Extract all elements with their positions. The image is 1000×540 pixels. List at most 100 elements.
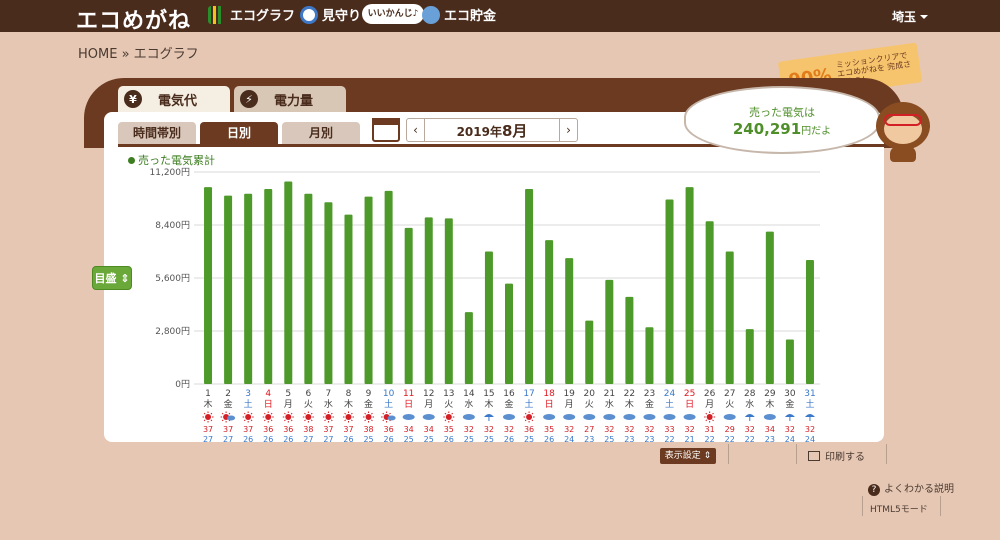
- nav-eco-savings[interactable]: エコ貯金: [422, 5, 496, 24]
- high-temp-label: 36: [384, 425, 394, 434]
- x-tick-day: 31: [804, 389, 815, 399]
- graph-icon: [208, 5, 226, 24]
- bar-day-11: [404, 227, 413, 384]
- next-month-button[interactable]: ›: [559, 119, 577, 141]
- bar-day-27: [725, 251, 734, 384]
- x-tick-day: 23: [644, 389, 655, 399]
- printer-icon: [808, 451, 820, 461]
- display-settings-button[interactable]: 表示設定 ⇕: [660, 448, 716, 464]
- subtab-daily[interactable]: 日別: [200, 122, 278, 144]
- subtab-monthly[interactable]: 月別: [282, 122, 360, 144]
- bar-day-1: [204, 187, 213, 384]
- x-tick-weekday: 日: [264, 399, 273, 410]
- low-temp-label: 27: [303, 435, 313, 442]
- low-temp-label: 25: [424, 435, 434, 442]
- high-temp-label: 32: [644, 425, 654, 434]
- high-temp-label: 36: [283, 425, 293, 434]
- breadcrumb: HOME » エコグラフ: [78, 47, 199, 62]
- calendar-icon[interactable]: [372, 118, 400, 142]
- bar-day-30: [785, 339, 794, 384]
- sun-ray: [284, 412, 286, 415]
- low-temp-label: 23: [624, 435, 634, 442]
- x-tick-weekday: 土: [665, 398, 674, 410]
- subtab-hourly[interactable]: 時間帯別: [118, 122, 196, 144]
- x-tick-day: 15: [483, 389, 494, 399]
- sun-ray: [712, 412, 714, 415]
- x-tick-day: 11: [403, 389, 414, 399]
- sun-ray: [382, 412, 385, 415]
- x-tick-weekday: 月: [705, 399, 714, 410]
- x-tick-weekday: 土: [384, 398, 393, 410]
- bar-day-9: [364, 196, 373, 384]
- nav-eco-graph[interactable]: エコグラフ: [208, 5, 295, 24]
- sun-ray: [221, 419, 224, 422]
- sun-ray: [524, 419, 527, 422]
- low-temp-label: 26: [544, 435, 554, 442]
- x-tick-day: 26: [704, 389, 716, 399]
- sun-ray: [531, 412, 534, 415]
- status-speech-bubble: いいかんじ♪: [362, 4, 424, 24]
- umbrella-icon: [784, 414, 795, 417]
- sun-ray: [290, 419, 293, 422]
- sun-icon: [325, 414, 332, 420]
- low-temp-label: 26: [263, 435, 273, 442]
- sun-ray: [364, 419, 367, 422]
- cloud-icon: [683, 414, 696, 420]
- sun-ray: [250, 412, 253, 415]
- low-temp-label: 23: [765, 435, 775, 442]
- current-month: 2019年8月: [456, 121, 528, 140]
- high-temp-label: 37: [203, 425, 213, 434]
- sun-ray: [210, 419, 213, 422]
- print-button[interactable]: 印刷する: [808, 448, 865, 463]
- high-temp-label: 38: [303, 425, 313, 434]
- umbrella-icon: [804, 414, 815, 417]
- x-tick-day: 4: [265, 389, 271, 399]
- low-temp-label: 25: [363, 435, 373, 442]
- help-link[interactable]: ? よくわかる説明: [868, 480, 954, 496]
- prev-month-button[interactable]: ‹: [407, 119, 425, 141]
- sun-ray: [451, 419, 454, 422]
- low-temp-label: 26: [243, 435, 253, 442]
- sun-ray: [263, 412, 266, 415]
- bar-day-19: [565, 258, 574, 384]
- tab-electric-amount[interactable]: ⚡ 電力量: [234, 86, 346, 112]
- high-temp-label: 37: [223, 425, 233, 434]
- x-tick-weekday: 木: [625, 398, 634, 410]
- high-temp-label: 32: [805, 425, 815, 434]
- eco-megane-logo[interactable]: エコめがね: [76, 3, 191, 35]
- x-tick-day: 7: [326, 389, 332, 399]
- low-temp-label: 22: [725, 435, 735, 442]
- x-tick-weekday: 金: [785, 398, 794, 410]
- sun-ray: [324, 412, 326, 415]
- x-tick-day: 9: [366, 389, 372, 399]
- high-temp-label: 34: [424, 425, 434, 434]
- bar-day-31: [805, 260, 814, 384]
- sun-ray: [705, 412, 708, 415]
- low-temp-label: 26: [504, 435, 514, 442]
- low-temp-label: 26: [343, 435, 353, 442]
- x-tick-weekday: 水: [745, 398, 754, 410]
- html5-mode-link[interactable]: HTML5モード: [870, 502, 928, 515]
- high-temp-label: 37: [243, 425, 253, 434]
- low-temp-label: 23: [644, 435, 654, 442]
- x-tick-day: 28: [744, 389, 756, 399]
- sun-ray: [304, 419, 306, 422]
- sun-ray: [371, 412, 373, 415]
- x-tick-weekday: 火: [304, 399, 313, 410]
- prefecture-dropdown[interactable]: 埼玉: [892, 8, 928, 25]
- tab-electric-cost[interactable]: ¥ 電気代: [118, 86, 230, 112]
- sold-amount: 240,291: [732, 120, 802, 138]
- footer-divider: [940, 496, 941, 516]
- nav-mimamori[interactable]: 見守り: [300, 5, 361, 24]
- x-tick-weekday: 水: [605, 398, 614, 410]
- x-tick-weekday: 火: [585, 399, 594, 410]
- cloud-icon: [462, 414, 475, 420]
- high-temp-label: 32: [624, 425, 634, 434]
- low-temp-label: 21: [684, 435, 694, 442]
- x-tick-day: 18: [543, 389, 555, 399]
- high-temp-label: 31: [705, 425, 715, 434]
- bar-day-26: [705, 221, 714, 384]
- x-tick-weekday: 金: [364, 398, 373, 410]
- footer-divider: [796, 444, 797, 464]
- sun-ray: [203, 419, 206, 422]
